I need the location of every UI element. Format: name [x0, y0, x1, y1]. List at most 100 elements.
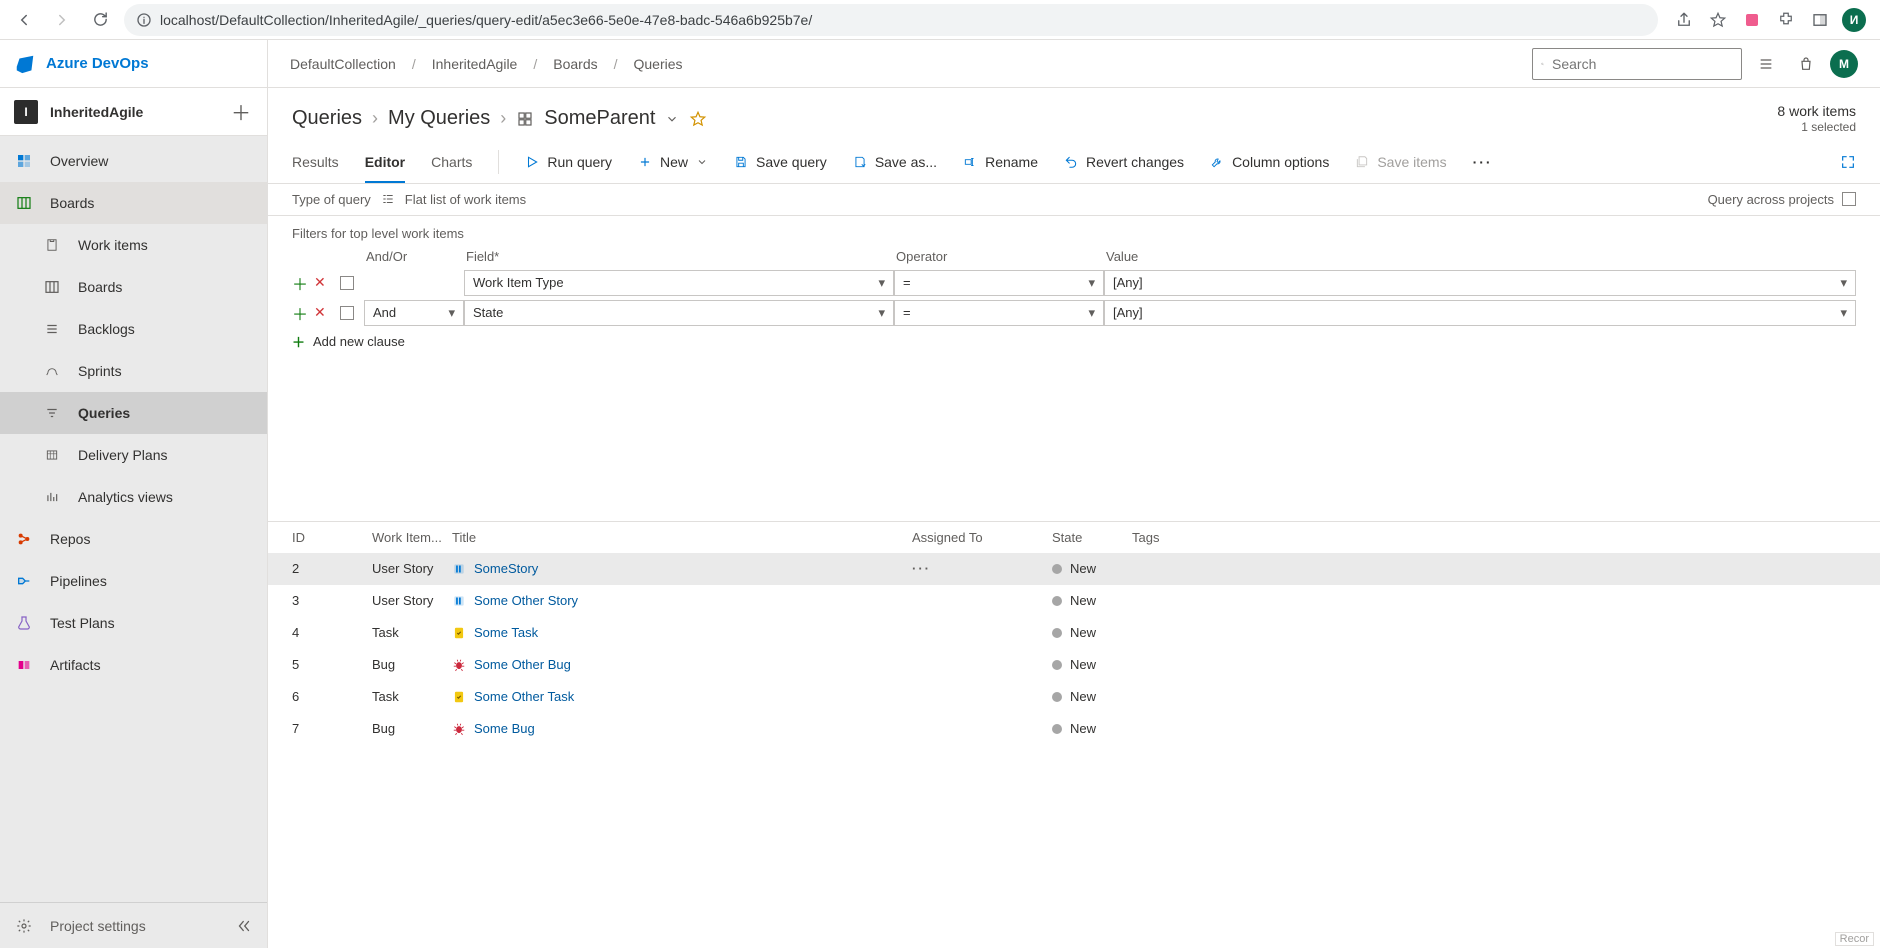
save-query-button[interactable]: Save query: [734, 141, 827, 183]
nav-icon: [14, 657, 34, 673]
search-box[interactable]: [1532, 48, 1742, 80]
pivot-editor[interactable]: Editor: [365, 141, 405, 183]
more-actions-button[interactable]: ···: [1473, 141, 1493, 183]
work-item-link[interactable]: Some Other Bug: [474, 657, 571, 672]
nav-label: Delivery Plans: [78, 447, 253, 463]
clause-row: ＋ ✕ Work Item Type▾=▾[Any]▾: [292, 268, 1856, 298]
share-icon[interactable]: [1672, 8, 1696, 32]
fullscreen-icon[interactable]: [1840, 154, 1856, 170]
breadcrumb-item[interactable]: Boards: [553, 56, 597, 72]
breadcrumb-item[interactable]: InheritedAgile: [432, 56, 518, 72]
remove-clause-icon[interactable]: ✕: [314, 274, 326, 291]
sidebar-item-boards[interactable]: Boards: [0, 182, 267, 224]
work-item-link[interactable]: Some Other Story: [474, 593, 578, 608]
project-add-icon[interactable]: ＋: [229, 97, 253, 126]
add-clause-button[interactable]: ＋ Add new clause: [292, 332, 1856, 351]
work-item-link[interactable]: Some Task: [474, 625, 538, 640]
sidebar-item-boards[interactable]: Boards: [0, 266, 267, 308]
operator-select[interactable]: =▾: [894, 300, 1104, 326]
column-options-button[interactable]: Column options: [1210, 141, 1329, 183]
sidebar-item-backlogs[interactable]: Backlogs: [0, 308, 267, 350]
page-crumb[interactable]: Queries: [292, 107, 362, 130]
add-clause-icon[interactable]: ＋: [292, 271, 308, 295]
state-dot-icon: [1052, 660, 1062, 670]
run-query-button[interactable]: Run query: [525, 141, 612, 183]
sidebar-item-delivery-plans[interactable]: Delivery Plans: [0, 434, 267, 476]
brand-row[interactable]: Azure DevOps: [0, 40, 267, 88]
list-view-icon[interactable]: [1750, 48, 1782, 80]
sidebar-item-work-items[interactable]: Work items: [0, 224, 267, 266]
work-item-link[interactable]: Some Other Task: [474, 689, 574, 704]
row-actions-icon[interactable]: ···: [912, 561, 971, 576]
query-across-projects-checkbox[interactable]: [1842, 192, 1856, 206]
breadcrumb-item[interactable]: DefaultCollection: [290, 56, 396, 72]
new-button[interactable]: New: [638, 141, 708, 183]
breadcrumb-item[interactable]: Queries: [634, 56, 683, 72]
pivot-results[interactable]: Results: [292, 141, 339, 183]
grid-row[interactable]: 4TaskSome TaskNew: [268, 617, 1880, 649]
search-input[interactable]: [1552, 56, 1733, 72]
field-select[interactable]: Work Item Type▾: [464, 270, 894, 296]
value-select[interactable]: [Any]▾: [1104, 270, 1856, 296]
cell-type: Bug: [372, 657, 452, 672]
star-icon[interactable]: [1706, 8, 1730, 32]
state-dot-icon: [1052, 564, 1062, 574]
sidebar-item-queries[interactable]: Queries: [0, 392, 267, 434]
work-item-count: 8 work items: [1777, 102, 1856, 120]
operator-select[interactable]: =▾: [894, 270, 1104, 296]
grid-row[interactable]: 2User StorySomeStory···New: [268, 553, 1880, 585]
remove-clause-icon[interactable]: ✕: [314, 304, 326, 321]
clause-header: And/Or Field* Operator Value: [292, 249, 1856, 268]
collapse-sidebar-icon[interactable]: [235, 917, 253, 935]
rename-button[interactable]: Rename: [963, 141, 1038, 183]
nav-label: Boards: [78, 279, 253, 295]
value-select[interactable]: [Any]▾: [1104, 300, 1856, 326]
clause-checkbox[interactable]: [340, 276, 354, 290]
field-select[interactable]: State▾: [464, 300, 894, 326]
grid-row[interactable]: 6TaskSome Other TaskNew: [268, 681, 1880, 713]
page-crumb[interactable]: My Queries: [388, 107, 490, 130]
favorite-star-icon[interactable]: [689, 110, 707, 128]
profile-avatar[interactable]: И: [1842, 8, 1866, 32]
grid-row[interactable]: 5BugSome Other BugNew: [268, 649, 1880, 681]
info-icon: [136, 12, 152, 28]
sidebar-item-pipelines[interactable]: Pipelines: [0, 560, 267, 602]
pivot-charts[interactable]: Charts: [431, 141, 472, 183]
andor-select[interactable]: And▾: [364, 300, 464, 326]
revert-button[interactable]: Revert changes: [1064, 141, 1184, 183]
grid-row[interactable]: 7BugSome BugNew: [268, 713, 1880, 745]
chevron-right-icon: ›: [372, 108, 378, 129]
sidebar-item-analytics-views[interactable]: Analytics views: [0, 476, 267, 518]
save-as-button[interactable]: Save as...: [853, 141, 937, 183]
query-type-value[interactable]: Flat list of work items: [405, 192, 526, 207]
browser-omnibox[interactable]: localhost/DefaultCollection/InheritedAgi…: [124, 4, 1658, 36]
clause-checkbox[interactable]: [340, 306, 354, 320]
sidebar-footer[interactable]: Project settings: [0, 902, 267, 948]
panel-icon[interactable]: [1808, 8, 1832, 32]
sidebar-item-test-plans[interactable]: Test Plans: [0, 602, 267, 644]
project-row[interactable]: I InheritedAgile ＋: [0, 88, 267, 136]
main-content: DefaultCollection / InheritedAgile / Boa…: [268, 40, 1880, 948]
flat-list-icon: [381, 192, 395, 206]
sidebar-item-artifacts[interactable]: Artifacts: [0, 644, 267, 686]
nav-icon: [42, 322, 62, 336]
user-avatar[interactable]: M: [1830, 50, 1858, 78]
nav-label: Pipelines: [50, 573, 253, 589]
browser-forward-button[interactable]: [48, 6, 76, 34]
browser-back-button[interactable]: [10, 6, 38, 34]
work-item-link[interactable]: Some Bug: [474, 721, 535, 736]
extension-icon[interactable]: [1740, 8, 1764, 32]
sidebar-item-repos[interactable]: Repos: [0, 518, 267, 560]
nav-icon: [42, 490, 62, 504]
add-clause-icon[interactable]: ＋: [292, 301, 308, 325]
grid-row[interactable]: 3User StorySome Other StoryNew: [268, 585, 1880, 617]
filters-title: Filters for top level work items: [292, 226, 1856, 241]
bag-icon[interactable]: [1790, 48, 1822, 80]
cell-id: 3: [292, 593, 372, 608]
sidebar-item-sprints[interactable]: Sprints: [0, 350, 267, 392]
title-dropdown-icon[interactable]: [665, 112, 679, 126]
work-item-link[interactable]: SomeStory: [474, 561, 538, 576]
sidebar-item-overview[interactable]: Overview: [0, 140, 267, 182]
browser-reload-button[interactable]: [86, 6, 114, 34]
extensions-puzzle-icon[interactable]: [1774, 8, 1798, 32]
